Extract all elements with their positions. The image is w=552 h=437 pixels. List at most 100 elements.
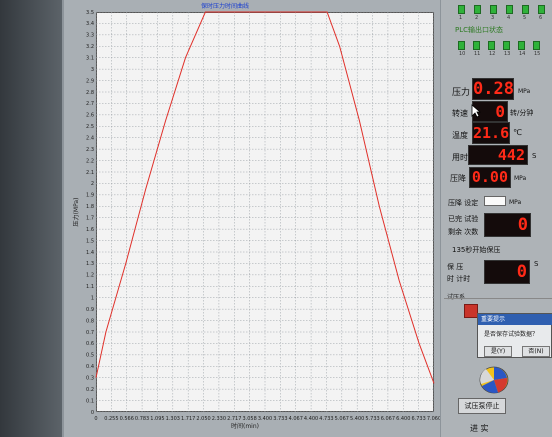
elapsed-unit: S (532, 152, 537, 160)
y-axis-label: 压力(MPa) (72, 198, 80, 227)
y-tick-label: 1.3 (86, 261, 94, 267)
y-tick-label: 0.8 (86, 318, 94, 324)
y-tick-label: 3.5 (86, 10, 94, 16)
plc-led-6 (538, 5, 545, 14)
x-tick-label: 4.733 (319, 416, 333, 422)
save-data-dialog: 重要提示 是否保存试验数据？ 是(Y) 否(N) (477, 313, 552, 358)
plc-led-number: 10 (459, 51, 466, 57)
dialog-message: 是否保存试验数据？ (484, 331, 539, 338)
temperature-display: 21.6 (472, 122, 510, 144)
y-tick-label: 3.4 (86, 21, 94, 27)
x-tick-label: 3.400 (258, 416, 272, 422)
divider (444, 298, 552, 299)
pressure-display: 0.28 (472, 78, 514, 100)
dialog-no-button[interactable]: 否(N) (522, 346, 550, 357)
plc-led-14 (518, 41, 525, 50)
y-tick-label: 1.1 (86, 284, 94, 290)
drop-setting-input[interactable] (484, 196, 506, 206)
plc-led-number: 15 (534, 51, 541, 57)
plc-led-4 (506, 5, 513, 14)
y-tick-label: 0.4 (86, 364, 94, 370)
y-tick-label: 2.5 (86, 124, 94, 130)
y-tick-label: 2.3 (86, 147, 94, 153)
plc-led-number: 6 (539, 15, 543, 21)
x-tick-label: 6.067 (381, 416, 395, 422)
x-tick-label: 5.733 (365, 416, 379, 422)
plc-led-3 (490, 5, 497, 14)
y-tick-label: 1 (91, 296, 94, 302)
plc-led-2 (474, 5, 481, 14)
y-tick-label: 1.9 (86, 193, 94, 199)
y-tick-label: 2.4 (86, 136, 94, 142)
pressure-unit: MPa (518, 88, 531, 95)
speed-label: 转速 (452, 109, 468, 118)
plc-led-15 (533, 41, 540, 50)
status-pie-icon (479, 366, 509, 394)
x-tick-label: 4.400 (304, 416, 318, 422)
test-status-label: 试压系 (447, 292, 465, 301)
y-tick-label: 2.8 (86, 90, 94, 96)
plc-led-13 (503, 41, 510, 50)
monitor-bezel (0, 0, 62, 437)
y-tick-label: 1.8 (86, 204, 94, 210)
pressure-time-chart: 0 0.1 0.2 0.3 0.4 0.5 0.6 0.7 0.8 0.9 1 1.1 1.2 1.3 1.… (72, 2, 440, 430)
y-tick-label: 0.2 (86, 387, 94, 393)
y-tick-label: 3.2 (86, 44, 94, 50)
pressure-label: 压力 (452, 88, 471, 98)
y-tick-label: 1.5 (86, 238, 94, 244)
x-tick-label: 0.255 (104, 416, 118, 422)
y-tick-label: 2.7 (86, 101, 94, 107)
plc-led-number: 5 (523, 15, 527, 21)
plc-led-5 (522, 5, 529, 14)
drop-setting-label: 压降 设定 (448, 199, 479, 207)
y-tick-label: 0.6 (86, 341, 94, 347)
y-tick-label: 0 (91, 410, 94, 416)
hold-row2: 时 计时 (447, 275, 471, 283)
x-tick-label: 0.566 (120, 416, 134, 422)
y-tick-label: 2 (91, 181, 94, 187)
plc-led-number: 3 (491, 15, 495, 21)
x-tick-label: 1.717 (181, 416, 195, 422)
speed-unit: 转/分钟 (510, 109, 534, 117)
plc-led-11 (473, 41, 480, 50)
plc-led-1 (458, 5, 465, 14)
plc-led-number: 13 (504, 51, 511, 57)
y-tick-label: 0.3 (86, 376, 94, 382)
x-tick-label: 6.400 (396, 416, 410, 422)
x-tick-label: 5.067 (335, 416, 349, 422)
drop-unit: MPa (514, 175, 527, 182)
x-tick-label: 5.400 (350, 416, 364, 422)
y-tick-label: 1.4 (86, 250, 94, 256)
dialog-yes-button[interactable]: 是(Y) (484, 346, 512, 357)
x-tick-label: 1.303 (166, 416, 180, 422)
chart-title: 保时压力时间曲线 (201, 2, 249, 10)
x-tick-label: 3.058 (242, 416, 256, 422)
hold-title: 135秒开始保压 (452, 246, 501, 254)
y-tick-label: 0.1 (86, 398, 94, 404)
bottom-label: 进 实 (470, 424, 489, 433)
y-tick-label: 2.1 (86, 170, 94, 176)
y-tick-label: 2.9 (86, 78, 94, 84)
plc-led-number: 1 (459, 15, 463, 21)
hold-row1: 保 压 (447, 263, 464, 271)
y-tick-label: 1.6 (86, 227, 94, 233)
x-tick-label: 0 (94, 416, 97, 422)
elapsed-display: 442 (468, 145, 528, 165)
dialog-title: 重要提示 (478, 314, 552, 325)
plc-led-number: 2 (475, 15, 479, 21)
y-tick-label: 3.1 (86, 56, 94, 62)
pump-stop-button[interactable]: 试压泵停止 (458, 398, 506, 414)
hold-unit: S (534, 260, 539, 268)
plc-led-number: 4 (507, 15, 511, 21)
plc-led-12 (488, 41, 495, 50)
plc-led-number: 11 (474, 51, 481, 57)
y-tick-label: 0.5 (86, 353, 94, 359)
plc-status-title: PLC输出口状态 (455, 26, 504, 34)
y-tick-label: 0.7 (86, 330, 94, 336)
x-tick-label: 2.050 (196, 416, 210, 422)
y-tick-label: 3.3 (86, 33, 94, 39)
x-tick-label: 2.717 (227, 416, 241, 422)
temperature-unit: ℃ (513, 128, 522, 137)
plc-led-number: 12 (489, 51, 496, 57)
y-tick-label: 2.6 (86, 113, 94, 119)
